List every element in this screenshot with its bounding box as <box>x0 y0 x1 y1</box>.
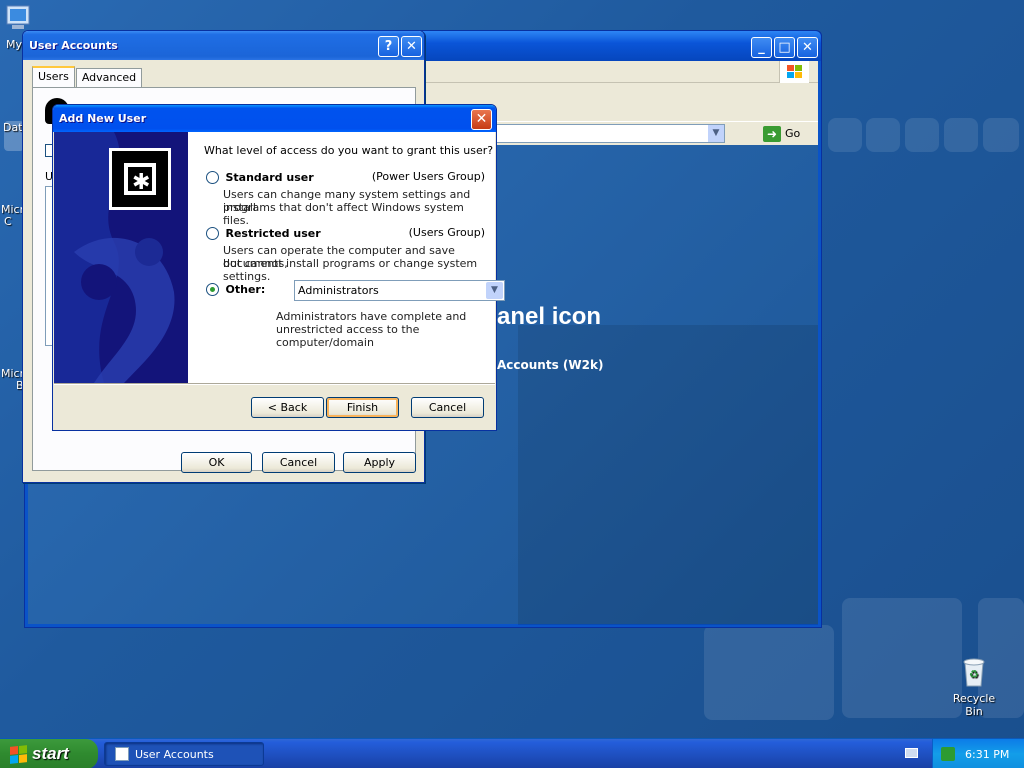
go-label: Go <box>785 127 801 140</box>
recycle-bin[interactable]: ♻ Recycle Bin <box>944 656 1004 718</box>
radio-standard-user[interactable] <box>206 170 219 184</box>
wizard-body: ✱ What level of access do you want to gr… <box>54 132 505 383</box>
windows-flag-icon <box>786 65 802 78</box>
desktop-icon-label: C <box>4 215 12 228</box>
tab-advanced[interactable]: Advanced <box>75 68 143 88</box>
option-group: (Power Users Group) <box>371 170 485 183</box>
option-description: Administrators have complete and <box>276 310 467 323</box>
close-button[interactable]: ✕ <box>401 36 422 57</box>
tab-strip: Users Advanced <box>32 66 143 88</box>
keyboard-icon[interactable] <box>905 748 918 758</box>
group-select-value: Administrators <box>298 284 379 297</box>
wizard-content: What level of access do you want to gran… <box>188 132 505 383</box>
recycle-bin-label: Recycle Bin <box>952 692 996 718</box>
network-icon[interactable] <box>941 747 955 761</box>
back-button[interactable]: < Back <box>251 397 324 418</box>
chevron-down-icon: ▼ <box>712 128 720 138</box>
user-accounts-icon <box>115 747 129 761</box>
close-button[interactable]: ✕ <box>797 37 818 58</box>
taskbar-item-user-accounts[interactable]: User Accounts <box>104 742 264 766</box>
address-dropdown-button[interactable]: ▼ <box>707 125 724 142</box>
minimize-icon: _ <box>758 40 765 55</box>
windows-flag-icon <box>10 744 27 764</box>
option-description: computer/domain <box>276 336 374 349</box>
help-button[interactable]: ? <box>378 36 399 57</box>
chevron-down-icon[interactable]: ▼ <box>486 282 503 299</box>
close-icon: ✕ <box>406 39 417 54</box>
go-arrow-icon: ➜ <box>763 125 781 142</box>
option-description: unrestricted access to the <box>276 323 420 336</box>
option-description: programs that don't affect Windows syste… <box>223 201 464 227</box>
close-icon: ✕ <box>475 111 488 127</box>
clock[interactable]: 6:31 PM <box>965 748 1009 761</box>
svg-text:♻: ♻ <box>969 668 979 681</box>
option-group: (Users Group) <box>408 226 485 239</box>
close-button[interactable]: ✕ <box>471 109 492 130</box>
tab-users[interactable]: Users <box>32 66 75 88</box>
finish-button[interactable]: Finish <box>326 397 399 418</box>
start-button[interactable]: start <box>0 739 98 768</box>
apply-button[interactable]: Apply <box>343 452 416 473</box>
wizard-side-banner: ✱ <box>54 132 188 383</box>
add-new-user-dialog: Add New User ✕ ✱ What level of access do… <box>52 104 505 431</box>
radio-restricted-user[interactable] <box>206 226 219 240</box>
close-icon: ✕ <box>802 40 813 55</box>
system-tray: 6:31 PM <box>932 739 1024 768</box>
option-label: Other: <box>225 282 266 296</box>
menu-bar <box>425 61 818 83</box>
desktop-icon-label: Dat <box>3 121 23 134</box>
divider <box>54 383 495 385</box>
option-other[interactable]: Other: Administrators ▼ Administrators h… <box>206 280 505 352</box>
page-heading: anel icon <box>497 303 602 330</box>
help-icon: ? <box>384 39 393 54</box>
option-label: Standard user <box>225 170 314 184</box>
start-label: start <box>32 744 69 763</box>
dialog-title: User Accounts <box>29 39 118 52</box>
group-select[interactable]: Administrators ▼ <box>294 280 505 301</box>
go-button[interactable]: ➜ Go <box>763 124 800 143</box>
page-subheading[interactable]: Accounts (W2k) <box>497 358 603 372</box>
taskbar: start User Accounts 6:31 PM <box>0 738 1024 768</box>
option-standard-user[interactable]: Standard user (Power Users Group) Users … <box>206 170 485 227</box>
dialog-titlebar: User Accounts <box>23 31 424 60</box>
option-restricted-user[interactable]: Restricted user (Users Group) Users can … <box>206 226 485 283</box>
ok-button[interactable]: OK <box>181 452 252 473</box>
radio-other[interactable] <box>206 282 219 296</box>
key-icon: ✱ <box>109 148 171 210</box>
desktop-tile <box>983 118 1019 152</box>
option-label: Restricted user <box>225 226 321 240</box>
desktop-tile <box>905 118 939 152</box>
desktop-icon-label: My <box>6 38 23 51</box>
desktop-tile <box>828 118 862 152</box>
cancel-button[interactable]: Cancel <box>411 397 484 418</box>
desktop-tile <box>866 118 900 152</box>
desktop-tile <box>704 625 834 720</box>
minimize-button[interactable]: _ <box>751 37 772 58</box>
dialog-title: Add New User <box>59 112 147 125</box>
access-question: What level of access do you want to gran… <box>204 144 494 157</box>
taskbar-item-label: User Accounts <box>135 747 214 761</box>
desktop-tile <box>944 118 978 152</box>
svg-text:✱: ✱ <box>132 170 150 195</box>
cancel-button[interactable]: Cancel <box>262 452 335 473</box>
dialog-titlebar: Add New User <box>53 105 496 132</box>
windows-logo <box>779 61 809 83</box>
maximize-icon: □ <box>778 40 791 55</box>
recycle-bin-icon: ♻ <box>963 658 985 687</box>
maximize-button[interactable]: □ <box>774 37 795 58</box>
